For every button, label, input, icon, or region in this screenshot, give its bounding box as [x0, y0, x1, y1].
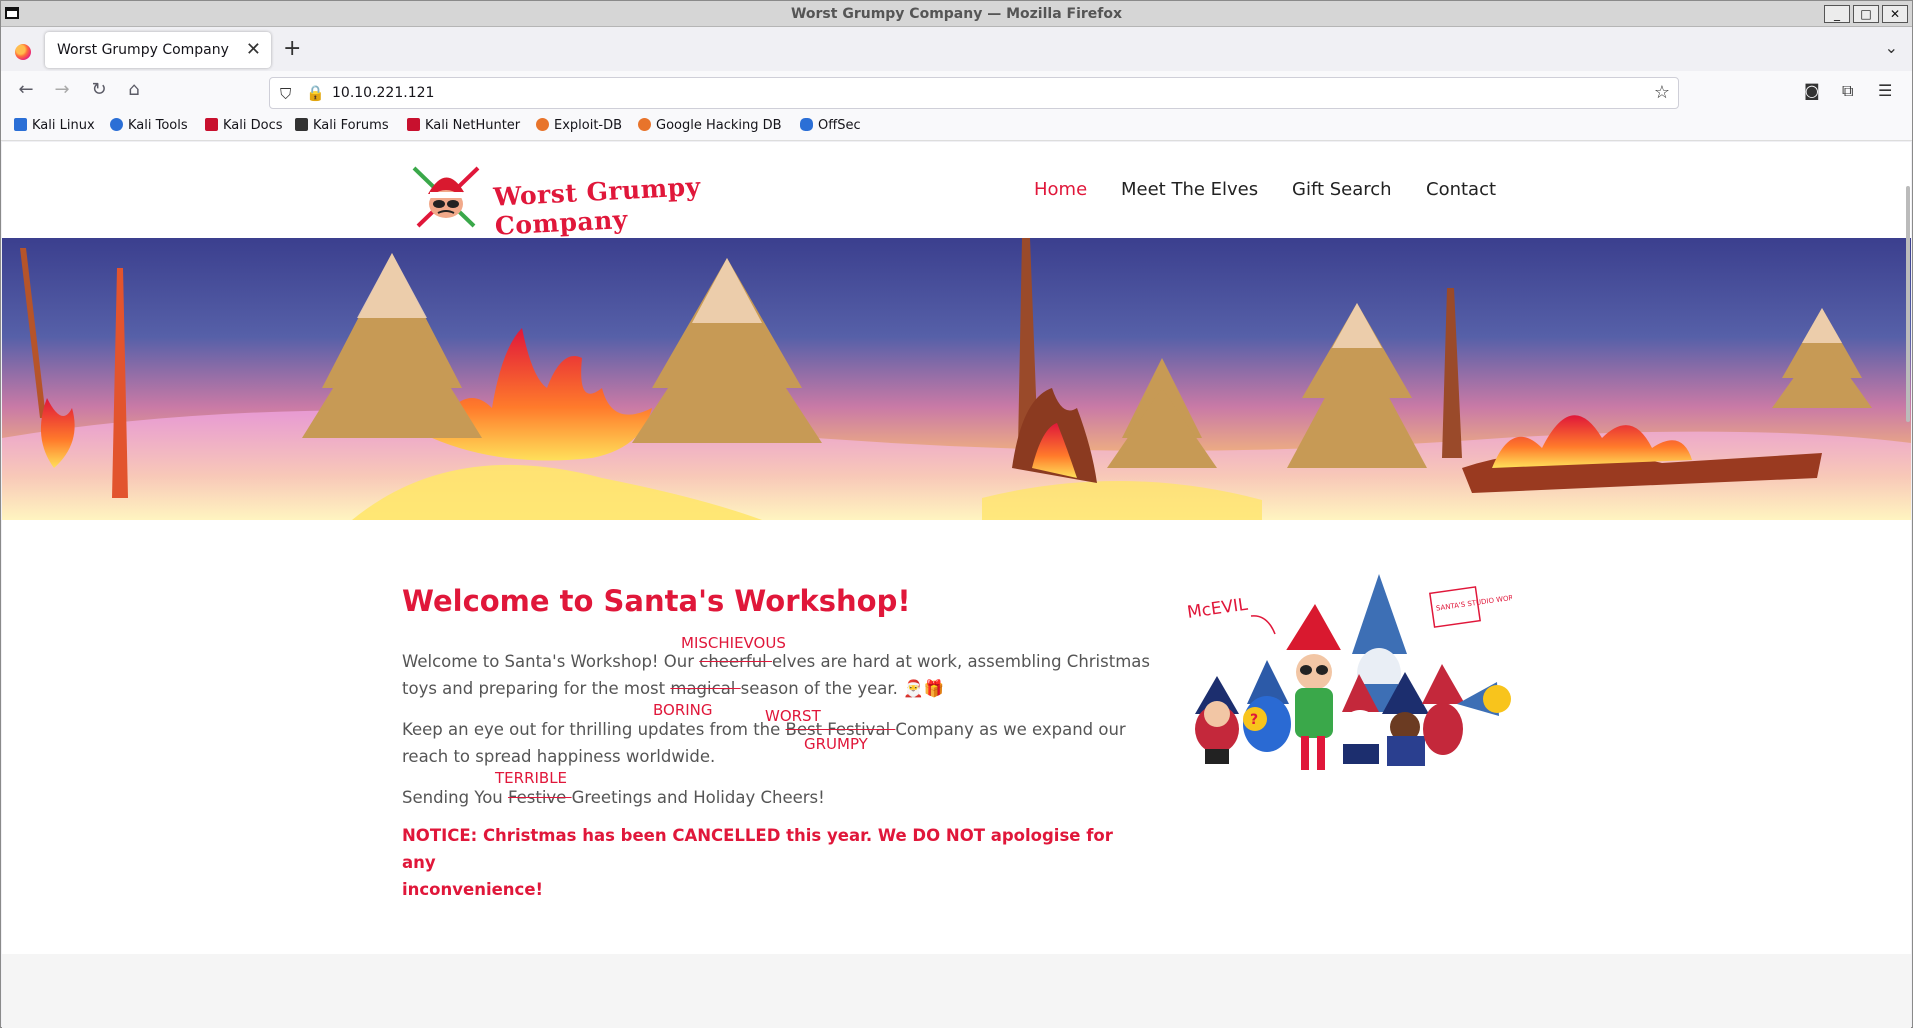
text: Sending You [402, 788, 509, 807]
kali-docs-icon [205, 118, 218, 131]
list-all-tabs-button[interactable]: ⌄ [1885, 38, 1898, 57]
close-tab-icon[interactable]: ✕ [246, 39, 261, 60]
tracking-protection-icon[interactable]: ⛉ [280, 85, 291, 103]
maximize-button[interactable]: □ [1853, 5, 1879, 23]
bookmark-offsec[interactable]: OffSec [800, 118, 861, 133]
url-bar[interactable]: ⛉ 🔒 10.10.221.121 ☆ [269, 77, 1679, 109]
bookmark-kali-forums[interactable]: Kali Forums [295, 118, 389, 133]
bookmark-star-icon[interactable]: ☆ [1654, 82, 1670, 103]
notice-line2: inconvenience! [402, 880, 544, 899]
back-button[interactable]: ← [14, 79, 38, 100]
elf-logo-icon [412, 165, 480, 228]
offsec-icon [800, 118, 813, 131]
url-text[interactable]: 10.10.221.121 [332, 85, 434, 101]
logo-text: Worst Grumpy Company [492, 171, 702, 241]
text: Welcome to Santa's Workshop! Our [402, 652, 700, 671]
site-info-icon[interactable]: 🔒 [306, 84, 325, 102]
bookmark-kali-tools[interactable]: Kali Tools [110, 118, 188, 133]
minimize-button[interactable]: _ [1824, 5, 1850, 23]
bookmark-label: OffSec [818, 118, 861, 133]
paragraph-intro-line2: toys and preparing for the most magical … [402, 675, 944, 702]
paragraph-updates-line2: reach to spread happiness worldwide. [402, 747, 716, 766]
kali-forums-icon [295, 118, 308, 131]
bookmark-label: Exploit-DB [554, 118, 623, 133]
tab-label: Worst Grumpy Company [57, 42, 229, 58]
bookmark-kali-nethunter[interactable]: Kali NetHunter [407, 118, 520, 133]
new-tab-button[interactable]: + [283, 36, 301, 61]
bookmark-label: Kali Linux [32, 118, 95, 133]
page-scrollbar[interactable] [1903, 142, 1911, 1028]
nav-home[interactable]: Home [1034, 179, 1087, 200]
main-content: Welcome to Santa's Workshop! MISCHIEVOUS… [2, 520, 1911, 935]
app-menu-icon[interactable]: ☰ [1878, 81, 1892, 100]
tab-bar: Worst Grumpy Company ✕ + ⌄ [1, 28, 1912, 71]
extensions-icon[interactable]: ⧉ [1842, 81, 1853, 101]
firefox-window: Worst Grumpy Company — Mozilla Firefox _… [0, 0, 1913, 1028]
svg-text:?: ? [1250, 712, 1258, 728]
exploit-db-icon [536, 118, 549, 131]
nav-gift-search[interactable]: Gift Search [1292, 179, 1392, 200]
forward-button[interactable]: → [50, 79, 74, 100]
scribble-grumpy: GRUMPY [804, 735, 868, 753]
window-title: Worst Grumpy Company — Mozilla Firefox [790, 6, 1123, 22]
page-footer [2, 954, 1911, 1028]
kali-tools-icon [110, 118, 123, 131]
tab-worst-grumpy-company[interactable]: Worst Grumpy Company ✕ [45, 32, 271, 68]
title-bar: Worst Grumpy Company — Mozilla Firefox _… [1, 1, 1912, 27]
text: season of the year. [740, 679, 904, 698]
bookmark-label: Google Hacking DB [656, 118, 782, 133]
reload-button[interactable]: ↻ [87, 79, 111, 100]
bookmark-label: Kali Docs [223, 118, 283, 133]
bookmark-google-hacking-db[interactable]: Google Hacking DB [638, 118, 782, 133]
text: Greetings and Holiday Cheers! [571, 788, 825, 807]
page-heading: Welcome to Santa's Workshop! [402, 584, 911, 618]
santa-gift-emoji: 🎅🎁 [903, 679, 945, 698]
ghdb-icon [638, 118, 651, 131]
kali-dragon-icon [14, 118, 27, 131]
bookmark-label: Kali Tools [128, 118, 188, 133]
close-window-button[interactable]: ✕ [1882, 5, 1908, 23]
elf-hooded-icon: ? [1243, 660, 1291, 752]
bookmark-exploit-db[interactable]: Exploit-DB [536, 118, 622, 133]
paragraph-updates-line1: Keep an eye out for thrilling updates fr… [402, 716, 1126, 743]
text: elves are hard at work, assembling Chris… [772, 652, 1150, 671]
cancellation-notice: NOTICE: Christmas has been CANCELLED thi… [402, 822, 1122, 903]
home-button[interactable]: ⌂ [122, 79, 146, 100]
nav-contact[interactable]: Contact [1426, 179, 1496, 200]
bookmark-kali-linux[interactable]: Kali Linux [14, 118, 95, 133]
text: Company as we expand our [895, 720, 1126, 739]
struck-word-magical: magical [670, 679, 741, 698]
scrollbar-thumb[interactable] [1906, 186, 1910, 422]
bookmark-kali-docs[interactable]: Kali Docs [205, 118, 283, 133]
bookmark-label: Kali NetHunter [425, 118, 521, 133]
elf-green-red-hat-icon [1285, 604, 1343, 770]
bookmark-label: Kali Forums [313, 118, 389, 133]
paragraph-intro-line1: Welcome to Santa's Workshop! Our cheerfu… [402, 648, 1150, 675]
site-logo[interactable]: Worst Grumpy Company [408, 162, 754, 241]
burning-forest-banner [2, 238, 1911, 520]
elves-illustration: McEVIL SANTA'S STUDIO WORKSHOP ? [1186, 574, 1512, 770]
bookmarks-toolbar: Kali Linux Kali Tools Kali Docs Kali For… [1, 111, 1912, 141]
text: Keep an eye out for thrilling updates fr… [402, 720, 786, 739]
elf-megaphone-icon [1422, 664, 1511, 755]
elf-blue-left-icon [1195, 676, 1239, 764]
pocket-icon[interactable]: ◙ [1804, 81, 1820, 100]
text: toys and preparing for the most [402, 679, 671, 698]
firefox-view-icon[interactable] [15, 44, 31, 60]
struck-word-festive: Festive [508, 788, 572, 807]
site-header: Worst Grumpy Company Home Meet The Elves… [2, 142, 1911, 241]
web-page: Worst Grumpy Company Home Meet The Elves… [2, 142, 1911, 1028]
navigation-bar: ← → ↻ ⌂ ⛉ 🔒 10.10.221.121 ☆ ◙ ⧉ ☰ [1, 71, 1912, 111]
nethunter-icon [407, 118, 420, 131]
struck-word-cheerful: cheerful [699, 652, 772, 671]
notice-line1: NOTICE: Christmas has been CANCELLED thi… [402, 826, 1113, 872]
mcevil-label: McEVIL [1186, 595, 1250, 623]
paragraph-greetings: Sending You Festive Greetings and Holida… [402, 784, 825, 811]
nav-meet-the-elves[interactable]: Meet The Elves [1121, 179, 1258, 200]
